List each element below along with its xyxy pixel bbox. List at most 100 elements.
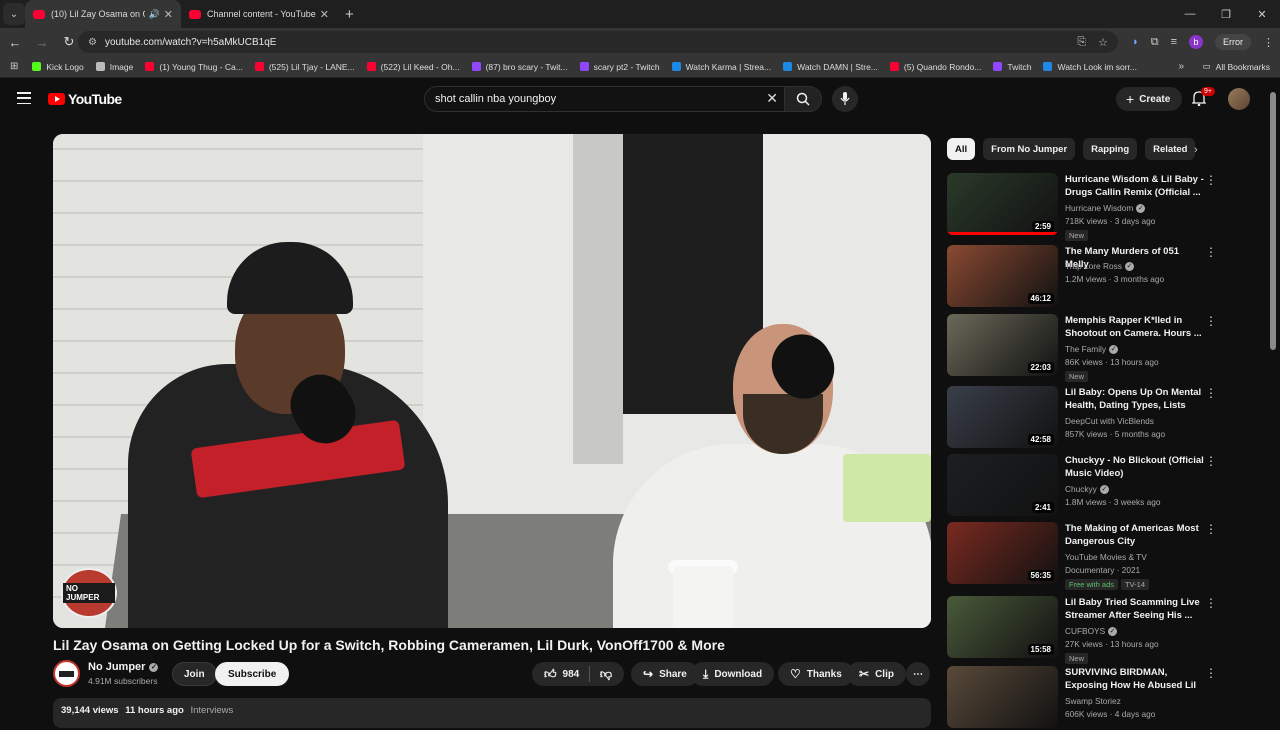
recommended-title[interactable]: SURVIVING BIRDMAN, Exposing How He Abuse…: [1065, 666, 1205, 692]
bookmark-item[interactable]: Kick Logo: [32, 62, 84, 72]
video-thumbnail[interactable]: 46:12: [947, 245, 1058, 307]
description-box[interactable]: 39,144 views 11 hours ago Interviews: [53, 698, 931, 728]
forward-icon[interactable]: →: [30, 35, 54, 50]
new-tab-icon[interactable]: +: [345, 6, 354, 23]
error-button[interactable]: Error: [1215, 34, 1251, 50]
channel-name-link[interactable]: No Jumper ✓: [88, 661, 159, 673]
more-vertical-icon[interactable]: ⋮: [1205, 245, 1217, 259]
chip-rapping[interactable]: Rapping: [1083, 138, 1138, 160]
dislike-thumb-icon[interactable]: 👎︎: [600, 667, 612, 682]
create-button[interactable]: + Create: [1116, 87, 1183, 111]
recommended-channel[interactable]: CUFBOYS ✓: [1065, 626, 1118, 636]
recommended-channel[interactable]: YouTube Movies & TV: [1065, 552, 1147, 562]
media-control-icon[interactable]: ≡: [1171, 36, 1177, 48]
channel-avatar[interactable]: [53, 660, 80, 687]
recommended-video[interactable]: 15:58 Lil Baby Tried Scamming Live Stream…: [947, 596, 1237, 664]
back-icon[interactable]: ←: [3, 35, 27, 50]
bookmark-item[interactable]: Twitch: [993, 62, 1031, 72]
recommended-video[interactable]: 46:12 The Many Murders of 051 Melly Trap L…: [947, 245, 1237, 309]
address-bar[interactable]: ⚙ youtube.com/watch?v=h5aMkUCB1qE ⎘ ☆: [78, 31, 1118, 53]
more-vertical-icon[interactable]: ⋮: [1205, 454, 1217, 468]
page-scrollbar[interactable]: [1270, 92, 1276, 350]
download-button[interactable]: ⤓ Download: [691, 662, 775, 686]
video-thumbnail[interactable]: 22:03: [947, 314, 1058, 376]
subscribe-button[interactable]: Subscribe: [215, 662, 290, 686]
bookmarks-overflow-icon[interactable]: »: [1178, 61, 1184, 72]
bookmark-item[interactable]: (87) bro scary - Twit...: [471, 62, 568, 72]
recommended-video[interactable]: 56:35 The Making of Americas Most Dangero…: [947, 522, 1237, 590]
bookmark-item[interactable]: Watch DAMN | Stre...: [783, 62, 878, 72]
recommended-title[interactable]: Chuckyy - No Blickout (Official Music Vi…: [1065, 454, 1205, 480]
more-vertical-icon[interactable]: ⋮: [1205, 596, 1217, 610]
chip-related[interactable]: Related: [1145, 138, 1196, 160]
all-bookmarks-button[interactable]: ▭ All Bookmarks: [1203, 61, 1270, 72]
recommended-title[interactable]: Lil Baby Tried Scamming Live Streamer Af…: [1065, 596, 1205, 622]
bookmark-item[interactable]: (5) Quando Rondo...: [889, 62, 981, 72]
clip-button[interactable]: ✂ Clip: [847, 662, 906, 686]
youtube-logo[interactable]: YouTube: [48, 91, 122, 107]
video-thumbnail[interactable]: 2:59: [947, 173, 1058, 235]
more-vertical-icon[interactable]: ⋮: [1205, 522, 1217, 536]
bookmark-star-icon[interactable]: ☆: [1098, 36, 1108, 49]
bookmark-item[interactable]: Watch Look im sorr...: [1043, 62, 1137, 72]
menu-icon[interactable]: [17, 92, 31, 104]
search-button[interactable]: [784, 86, 822, 112]
more-actions-button[interactable]: ⋯: [906, 662, 930, 686]
install-app-icon[interactable]: ⎘: [1077, 36, 1086, 49]
close-window-icon[interactable]: ✕: [1244, 8, 1280, 21]
recommended-video[interactable]: 2:41 Chuckyy - No Blickout (Official Musi…: [947, 454, 1237, 518]
audio-playing-icon[interactable]: 🔊: [149, 9, 160, 20]
bookmark-item[interactable]: Watch Karma | Strea...: [671, 62, 771, 72]
restore-icon[interactable]: ❐: [1208, 8, 1244, 21]
tab-search-icon[interactable]: ⌄: [3, 3, 25, 25]
recommended-video[interactable]: 2:59 Hurricane Wisdom & Lil Baby - Drugs …: [947, 173, 1237, 241]
recommended-title[interactable]: Hurricane Wisdom & Lil Baby - Drugs Call…: [1065, 173, 1205, 199]
video-thumbnail[interactable]: 42:58: [947, 386, 1058, 448]
browser-menu-icon[interactable]: ⋮: [1263, 36, 1274, 49]
join-button[interactable]: Join: [172, 662, 217, 686]
site-info-icon[interactable]: ⚙: [88, 37, 97, 48]
close-tab-icon[interactable]: ✕: [320, 8, 329, 21]
bookmark-item[interactable]: (525) Lil Tjay - LANE...: [254, 62, 355, 72]
recommended-video[interactable]: 22:03 Memphis Rapper K*lled in Shootout o…: [947, 314, 1237, 382]
recommended-channel[interactable]: Trap Lore Ross ✓: [1065, 261, 1134, 271]
extension-icon[interactable]: ◗: [1132, 36, 1139, 48]
search-input[interactable]: shot callin nba youngboy ✕: [424, 86, 786, 112]
video-thumbnail[interactable]: 56:35: [947, 522, 1058, 584]
recommended-channel[interactable]: Chuckyy ✓: [1065, 484, 1109, 494]
video-thumbnail[interactable]: 2:41: [947, 454, 1058, 516]
recommended-channel[interactable]: Hurricane Wisdom ✓: [1065, 203, 1146, 213]
recommended-channel[interactable]: The Family ✓: [1065, 344, 1119, 354]
bookmark-item[interactable]: scary pt2 - Twitch: [579, 62, 660, 72]
apps-grid-icon[interactable]: ⊞: [10, 61, 18, 72]
bookmark-item[interactable]: Image: [95, 62, 133, 72]
share-button[interactable]: ↪ Share: [631, 662, 699, 686]
chip-all[interactable]: All: [947, 138, 976, 160]
recommended-title[interactable]: Lil Baby: Opens Up On Mental Health, Dat…: [1065, 386, 1205, 412]
video-player[interactable]: NO JUMPER: [53, 134, 931, 628]
browser-tab-studio[interactable]: Channel content - YouTube Stu ✕: [181, 0, 337, 28]
recommended-title[interactable]: Memphis Rapper K*lled in Shootout on Cam…: [1065, 314, 1205, 340]
profile-avatar[interactable]: b: [1189, 35, 1203, 49]
like-thumb-icon[interactable]: 👍︎: [544, 667, 557, 682]
extensions-puzzle-icon[interactable]: ⧉: [1151, 36, 1159, 49]
channel-watermark[interactable]: NO JUMPER: [61, 568, 117, 618]
account-avatar[interactable]: [1228, 88, 1250, 110]
voice-search-button[interactable]: [832, 86, 858, 112]
minimize-icon[interactable]: —: [1172, 8, 1208, 20]
browser-tab-active[interactable]: (10) Lil Zay Osama on Getti 🔊 ✕: [25, 0, 181, 28]
recommended-channel[interactable]: DeepCut with VicBlends: [1065, 416, 1154, 426]
more-vertical-icon[interactable]: ⋮: [1205, 314, 1217, 328]
more-vertical-icon[interactable]: ⋮: [1205, 173, 1217, 187]
clear-search-icon[interactable]: ✕: [766, 90, 778, 107]
recommended-channel[interactable]: Swamp Storiez: [1065, 696, 1121, 706]
chip-from-no-jumper[interactable]: From No Jumper: [983, 138, 1076, 160]
recommended-title[interactable]: The Making of Americas Most Dangerous Ci…: [1065, 522, 1205, 548]
video-tag[interactable]: Interviews: [190, 705, 233, 716]
like-count[interactable]: 984: [563, 669, 580, 680]
video-thumbnail[interactable]: 15:58: [947, 596, 1058, 658]
recommended-video[interactable]: SURVIVING BIRDMAN, Exposing How He Abuse…: [947, 666, 1237, 730]
bookmark-item[interactable]: (522) Lil Keed - Oh...: [366, 62, 460, 72]
close-tab-icon[interactable]: ✕: [164, 8, 173, 21]
more-vertical-icon[interactable]: ⋮: [1205, 666, 1217, 680]
